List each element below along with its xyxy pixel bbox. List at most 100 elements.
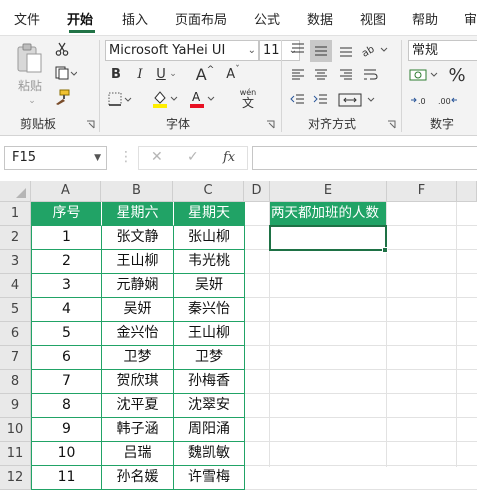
table-cell[interactable]: 11: [32, 466, 102, 490]
column-header-e[interactable]: E: [270, 181, 387, 202]
table-cell[interactable]: 2: [32, 250, 102, 274]
accounting-format-button[interactable]: [408, 65, 442, 85]
table-cell[interactable]: 金兴怡: [102, 322, 174, 346]
drag-handle-icon[interactable]: ⋮: [119, 149, 133, 165]
increase-indent-button[interactable]: [311, 90, 331, 110]
table-cell[interactable]: 5: [32, 322, 102, 346]
column-header-g[interactable]: [457, 181, 477, 202]
number-format-combo[interactable]: 常规: [408, 40, 477, 61]
tab-file[interactable]: 文件: [14, 9, 40, 28]
table-cell[interactable]: 沈翠安: [174, 394, 245, 418]
paste-button[interactable]: 粘贴: [12, 42, 48, 94]
paste-dropdown-icon[interactable]: ⌄: [27, 96, 37, 106]
cell-e1[interactable]: 两天都加班的人数: [270, 202, 386, 226]
table-cell[interactable]: 秦兴怡: [174, 298, 245, 322]
tab-insert[interactable]: 插入: [122, 9, 148, 28]
table-cell[interactable]: 韦光桃: [174, 250, 245, 274]
table-cell[interactable]: 10: [32, 442, 102, 466]
table-cell[interactable]: 贺欣琪: [102, 370, 174, 394]
underline-dropdown-icon[interactable]: ⌄: [168, 67, 178, 81]
row-header[interactable]: 10: [0, 418, 31, 442]
underline-button[interactable]: U: [154, 65, 168, 83]
font-color-button[interactable]: A: [187, 88, 217, 110]
percent-style-button[interactable]: %: [446, 64, 468, 86]
shrink-font-button[interactable]: Aˇ: [221, 65, 245, 83]
tab-review[interactable]: 审: [464, 9, 477, 28]
tab-help[interactable]: 帮助: [412, 9, 438, 28]
table-cell[interactable]: 周阳涌: [174, 418, 245, 442]
table-cell[interactable]: 卫梦: [102, 346, 174, 370]
cut-button[interactable]: [53, 40, 71, 58]
formula-input[interactable]: [252, 146, 477, 170]
column-header-c[interactable]: C: [173, 181, 244, 202]
table-cell[interactable]: 4: [32, 298, 102, 322]
table-cell[interactable]: 吕瑞: [102, 442, 174, 466]
increase-decimal-button[interactable]: .0: [408, 90, 432, 110]
table-cell[interactable]: 6: [32, 346, 102, 370]
row-header[interactable]: 5: [0, 298, 31, 322]
table-cell[interactable]: 7: [32, 370, 102, 394]
table-cell[interactable]: 卫梦: [174, 346, 245, 370]
decrease-decimal-icon-button[interactable]: .00: [436, 90, 460, 110]
row-header[interactable]: 1: [0, 202, 31, 226]
column-header-d[interactable]: D: [244, 181, 270, 202]
table-cell[interactable]: 王山柳: [174, 322, 245, 346]
table-cell[interactable]: 吴妍: [102, 298, 174, 322]
enter-icon[interactable]: ✓: [187, 149, 199, 165]
row-header[interactable]: 3: [0, 250, 31, 274]
row-header[interactable]: 9: [0, 394, 31, 418]
decrease-indent-button[interactable]: [288, 90, 308, 110]
wrap-text-button[interactable]: [360, 65, 380, 85]
tab-formulas[interactable]: 公式: [254, 9, 280, 28]
merge-center-button[interactable]: [336, 90, 380, 110]
table-cell[interactable]: 3: [32, 274, 102, 298]
font-launcher-icon[interactable]: [266, 120, 275, 129]
tab-page-layout[interactable]: 页面布局: [175, 9, 227, 28]
active-cell-selection[interactable]: [269, 225, 387, 251]
borders-button[interactable]: [107, 90, 133, 108]
tab-data[interactable]: 数据: [307, 9, 333, 28]
table-cell[interactable]: 孙梅香: [174, 370, 245, 394]
worksheet-grid[interactable]: A B C D E F 1 2 3 4 5 6 7 8 9 10 11 12 序号 星期六 星期天 1…: [0, 181, 477, 490]
align-right-button[interactable]: [336, 65, 356, 85]
table-cell[interactable]: 吴妍: [174, 274, 245, 298]
row-header[interactable]: 8: [0, 370, 31, 394]
table-cell[interactable]: 1: [32, 226, 102, 250]
table-cell[interactable]: 9: [32, 418, 102, 442]
clipboard-launcher-icon[interactable]: [86, 120, 95, 129]
table-cell[interactable]: 张文静: [102, 226, 174, 250]
table-header-index[interactable]: 序号: [32, 202, 102, 226]
table-cell[interactable]: 许雪梅: [174, 466, 245, 490]
table-cell[interactable]: 韩子涵: [102, 418, 174, 442]
column-header-b[interactable]: B: [101, 181, 173, 202]
table-cell[interactable]: 魏凯敏: [174, 442, 245, 466]
column-header-a[interactable]: A: [31, 181, 101, 202]
column-header-f[interactable]: F: [387, 181, 457, 202]
table-cell[interactable]: 孙名媛: [102, 466, 174, 490]
italic-button[interactable]: I: [132, 65, 148, 83]
table-cell[interactable]: 张山柳: [174, 226, 245, 250]
middle-align-button[interactable]: [310, 40, 332, 62]
row-header[interactable]: 11: [0, 442, 31, 466]
format-painter-button[interactable]: [53, 88, 71, 106]
insert-function-icon[interactable]: fx: [223, 150, 235, 165]
row-header[interactable]: 6: [0, 322, 31, 346]
fill-handle[interactable]: [382, 247, 388, 253]
table-cell[interactable]: 沈平夏: [102, 394, 174, 418]
top-align-button[interactable]: [288, 40, 308, 60]
tab-view[interactable]: 视图: [360, 9, 386, 28]
grow-font-button[interactable]: A ^: [191, 65, 219, 84]
fill-color-button[interactable]: [150, 88, 180, 110]
copy-button[interactable]: [53, 64, 79, 82]
table-header-sunday[interactable]: 星期天: [174, 202, 245, 226]
table-header-saturday[interactable]: 星期六: [102, 202, 174, 226]
bold-button[interactable]: B: [108, 65, 124, 83]
row-header[interactable]: 7: [0, 346, 31, 370]
row-header[interactable]: 12: [0, 466, 31, 490]
phonetic-guide-button[interactable]: wén 文: [234, 88, 262, 110]
align-center-button[interactable]: [311, 65, 331, 85]
name-box[interactable]: F15 ▼: [4, 146, 107, 170]
table-cell[interactable]: 王山柳: [102, 250, 174, 274]
table-cell[interactable]: 8: [32, 394, 102, 418]
alignment-launcher-icon[interactable]: [387, 120, 396, 129]
